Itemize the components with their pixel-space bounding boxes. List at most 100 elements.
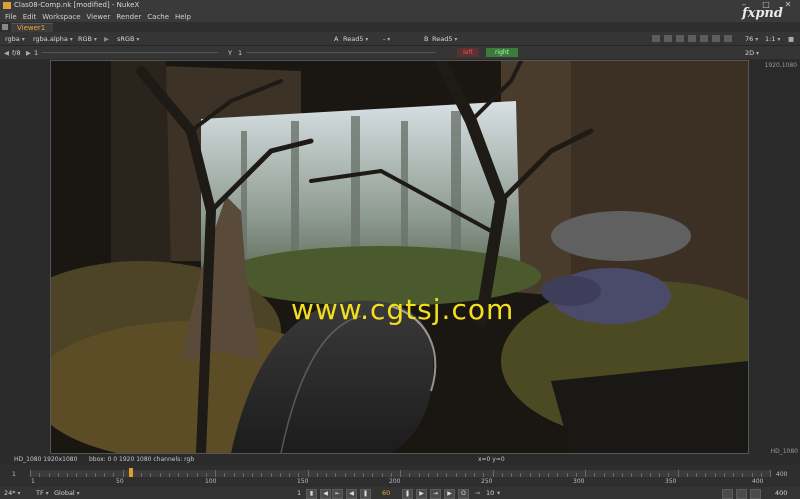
format-info: HD_1080 1920x1080: [14, 456, 78, 463]
tf-dropdown[interactable]: TF: [36, 489, 49, 497]
timeline-playhead[interactable]: [128, 468, 133, 477]
current-frame-field[interactable]: 60: [382, 489, 390, 497]
bounce-icon[interactable]: [750, 489, 761, 499]
timeline-tick: [474, 473, 475, 477]
viewer-image[interactable]: www.cgtsj.com: [50, 60, 749, 454]
pane-menu-icon[interactable]: [2, 24, 8, 30]
fstop-next-icon[interactable]: ▶: [26, 49, 31, 57]
flipbook-icon[interactable]: [722, 489, 733, 499]
timeline-tick-label: 50: [116, 478, 124, 485]
timeline-tick: [279, 473, 281, 477]
menu-workspace[interactable]: Workspace: [39, 11, 83, 21]
in-point-icon[interactable]: ▮: [306, 489, 317, 499]
loop-icon[interactable]: [736, 489, 747, 499]
next-keyframe-button[interactable]: ⇥: [430, 489, 441, 499]
timeline-tick: [723, 473, 725, 477]
ratio-dropdown[interactable]: 1:1: [765, 35, 780, 43]
timeline-tick: [529, 473, 531, 477]
timeline-tick: [252, 473, 253, 477]
b-input-dropdown[interactable]: Read5: [432, 35, 457, 43]
timeline-tick: [298, 473, 300, 477]
timeline-tick: [57, 473, 59, 477]
timeline-tick-label: 200: [389, 478, 401, 485]
fstop-arrow-icon[interactable]: ◀: [4, 49, 9, 57]
menu-bar: File Edit Workspace Viewer Render Cache Help: [0, 11, 800, 22]
gain-slider[interactable]: [42, 52, 218, 53]
step-back-button[interactable]: ❚: [360, 489, 371, 499]
timeline-tick: [501, 473, 503, 477]
timeline-tick: [215, 470, 216, 477]
watermark-text: www.cgtsj.com: [291, 293, 515, 326]
timeline-tick: [372, 473, 374, 477]
timeline-tick: [566, 473, 568, 477]
in-frame[interactable]: 1: [297, 489, 301, 497]
menu-help[interactable]: Help: [172, 11, 194, 21]
last-frame-button[interactable]: ▶: [444, 489, 455, 499]
menu-viewer[interactable]: Viewer: [84, 11, 114, 21]
play-backward-button[interactable]: ◀: [346, 489, 357, 499]
timeline-tick: [196, 473, 198, 477]
right-view-button[interactable]: right: [486, 48, 518, 57]
out-point-icon[interactable]: O: [458, 489, 469, 499]
channels-dropdown[interactable]: rgba: [5, 35, 25, 43]
step-increment[interactable]: 10: [486, 489, 494, 497]
timeline-tick: [585, 470, 586, 477]
timeline-tick: [270, 473, 272, 477]
viewer-panel[interactable]: 1920,1080 www.cgtsj.com HD_1080: [0, 60, 800, 455]
roi-icon[interactable]: [652, 35, 660, 42]
settings-icon[interactable]: ■: [788, 35, 794, 43]
zoom-dropdown[interactable]: 76: [745, 35, 758, 43]
gamma-value[interactable]: 1: [238, 49, 242, 57]
gain-value[interactable]: 1: [34, 49, 38, 57]
gl-icon[interactable]: [712, 35, 720, 42]
fps-dropdown[interactable]: 24*: [4, 489, 20, 497]
a-input-dropdown[interactable]: Read5: [343, 35, 368, 43]
left-view-button[interactable]: left: [457, 48, 479, 57]
timeline-tick: [418, 473, 420, 477]
timeline-tick: [733, 473, 734, 477]
timeline-tick: [39, 473, 41, 477]
timeline-tick: [696, 473, 697, 477]
play-forward-button[interactable]: ▶: [416, 489, 427, 499]
timeline-tick: [390, 473, 392, 477]
out-frame[interactable]: 400: [775, 489, 787, 497]
prev-keyframe-button[interactable]: ⇤: [332, 489, 343, 499]
timeline-tick: [113, 473, 115, 477]
timeline-tick: [483, 473, 485, 477]
timeline-tick: [659, 473, 660, 477]
view-mode-dropdown[interactable]: 2D: [745, 49, 759, 57]
lut-dropdown[interactable]: sRGB: [117, 35, 139, 43]
timeline[interactable]: 1 1 50 100 150 200 250 300 350 400 400: [0, 465, 800, 487]
menu-cache[interactable]: Cache: [144, 11, 172, 21]
step-forward-button[interactable]: ❚: [402, 489, 413, 499]
display-dropdown[interactable]: RGB: [78, 35, 97, 43]
first-frame-button[interactable]: ◀: [320, 489, 331, 499]
menu-render[interactable]: Render: [113, 11, 144, 21]
timeline-tick: [464, 473, 466, 477]
timeline-tick: [94, 473, 96, 477]
step-arrow-icon[interactable]: ⇒: [475, 489, 480, 497]
timeline-tick: [326, 473, 327, 477]
timeline-tick: [353, 473, 355, 477]
timeline-tick: [575, 473, 577, 477]
timeline-track[interactable]: [30, 470, 771, 477]
timeline-tick: [233, 473, 235, 477]
clipping-icon[interactable]: [688, 35, 696, 42]
menu-edit[interactable]: Edit: [20, 11, 40, 21]
cache-icon[interactable]: [700, 35, 708, 42]
proxy-icon[interactable]: [664, 35, 672, 42]
lock-icon[interactable]: [676, 35, 684, 42]
timeline-tick: [344, 473, 346, 477]
fstop-value[interactable]: f/8: [12, 49, 21, 57]
wipe-operation-dropdown[interactable]: -: [383, 35, 390, 43]
menu-file[interactable]: File: [0, 11, 20, 21]
timeline-tick: [316, 473, 318, 477]
timeline-tick: [242, 473, 244, 477]
overlay-icon[interactable]: [724, 35, 732, 42]
timeline-tick-label: 250: [481, 478, 493, 485]
window-title: Clas08-Comp.nk [modified] - NukeX: [14, 1, 140, 9]
alpha-channel-dropdown[interactable]: rgba.alpha: [33, 35, 73, 43]
gamma-slider[interactable]: [246, 52, 436, 53]
step-dropdown-icon[interactable]: ▾: [497, 489, 500, 497]
range-dropdown[interactable]: Global: [54, 489, 80, 497]
